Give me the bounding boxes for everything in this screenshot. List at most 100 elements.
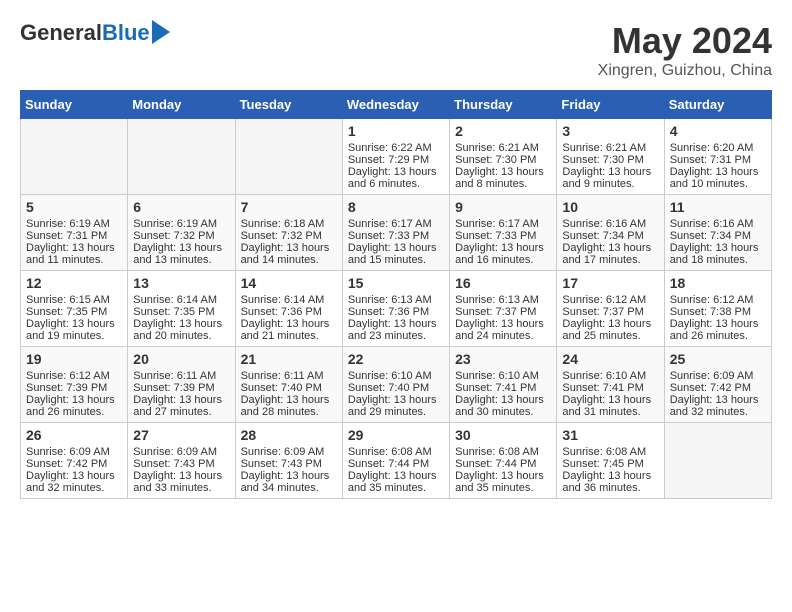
day-number: 11 — [670, 199, 766, 215]
day-number: 30 — [455, 427, 551, 443]
daylight-text: Daylight: 13 hours and 8 minutes. — [455, 166, 544, 190]
daylight-text: Daylight: 13 hours and 35 minutes. — [455, 470, 544, 494]
calendar-cell: 24Sunrise: 6:10 AMSunset: 7:41 PMDayligh… — [557, 347, 664, 423]
daylight-text: Daylight: 13 hours and 21 minutes. — [241, 318, 330, 342]
day-number: 8 — [348, 199, 444, 215]
day-number: 31 — [562, 427, 658, 443]
calendar-cell: 12Sunrise: 6:15 AMSunset: 7:35 PMDayligh… — [21, 271, 128, 347]
day-number: 25 — [670, 351, 766, 367]
month-title: May 2024 — [598, 20, 772, 62]
sunrise-text: Sunrise: 6:14 AM — [133, 294, 217, 306]
sunrise-text: Sunrise: 6:10 AM — [455, 370, 539, 382]
calendar-cell: 16Sunrise: 6:13 AMSunset: 7:37 PMDayligh… — [450, 271, 557, 347]
day-number: 16 — [455, 275, 551, 291]
calendar-cell: 31Sunrise: 6:08 AMSunset: 7:45 PMDayligh… — [557, 423, 664, 499]
daylight-text: Daylight: 13 hours and 25 minutes. — [562, 318, 651, 342]
daylight-text: Daylight: 13 hours and 19 minutes. — [26, 318, 115, 342]
daylight-text: Daylight: 13 hours and 20 minutes. — [133, 318, 222, 342]
calendar-cell — [235, 119, 342, 195]
day-number: 19 — [26, 351, 122, 367]
sunset-text: Sunset: 7:37 PM — [562, 306, 643, 318]
sunset-text: Sunset: 7:44 PM — [455, 458, 536, 470]
calendar-header-row: SundayMondayTuesdayWednesdayThursdayFrid… — [21, 91, 772, 119]
sunrise-text: Sunrise: 6:12 AM — [562, 294, 646, 306]
sunrise-text: Sunrise: 6:16 AM — [562, 218, 646, 230]
sunset-text: Sunset: 7:44 PM — [348, 458, 429, 470]
calendar-cell: 17 Sunrise: 6:12 AMSunset: 7:37 PMDayligh… — [557, 271, 664, 347]
sunrise-text: Sunrise: 6:14 AM — [241, 294, 325, 306]
sunset-text: Sunset: 7:34 PM — [562, 230, 643, 242]
calendar-cell: 19Sunrise: 6:12 AMSunset: 7:39 PMDayligh… — [21, 347, 128, 423]
calendar-week-2: 5Sunrise: 6:19 AMSunset: 7:31 PMDaylight… — [21, 195, 772, 271]
sunset-text: Sunset: 7:40 PM — [348, 382, 429, 394]
sunrise-text: Sunrise: 6:19 AM — [26, 218, 110, 230]
sunrise-text: Sunrise: 6:08 AM — [348, 446, 432, 458]
day-number: 9 — [455, 199, 551, 215]
sunset-text: Sunset: 7:40 PM — [241, 382, 322, 394]
sunrise-text: Sunrise: 6:15 AM — [26, 294, 110, 306]
calendar-cell: 13Sunrise: 6:14 AMSunset: 7:35 PMDayligh… — [128, 271, 235, 347]
calendar-cell — [664, 423, 771, 499]
sunset-text: Sunset: 7:43 PM — [133, 458, 214, 470]
sunrise-text: Sunrise: 6:13 AM — [455, 294, 539, 306]
sunrise-text: Sunrise: 6:17 AM — [348, 218, 432, 230]
location-text: Xingren, Guizhou, China — [598, 62, 772, 80]
sunrise-text: Sunrise: 6:09 AM — [670, 370, 754, 382]
day-number: 1 — [348, 123, 444, 139]
calendar-cell: 10Sunrise: 6:16 AMSunset: 7:34 PMDayligh… — [557, 195, 664, 271]
day-number: 17 — [562, 275, 658, 291]
calendar-cell: 7Sunrise: 6:18 AMSunset: 7:32 PMDaylight… — [235, 195, 342, 271]
sunset-text: Sunset: 7:36 PM — [241, 306, 322, 318]
day-header-tuesday: Tuesday — [235, 91, 342, 119]
sunset-text: Sunset: 7:32 PM — [133, 230, 214, 242]
sunset-text: Sunset: 7:33 PM — [455, 230, 536, 242]
daylight-text: Daylight: 13 hours and 16 minutes. — [455, 242, 544, 266]
day-number: 18 — [670, 275, 766, 291]
daylight-text: Daylight: 13 hours and 32 minutes. — [26, 470, 115, 494]
sunrise-text: Sunrise: 6:08 AM — [562, 446, 646, 458]
sunrise-text: Sunrise: 6:22 AM — [348, 142, 432, 154]
day-number: 21 — [241, 351, 337, 367]
sunrise-text: Sunrise: 6:08 AM — [455, 446, 539, 458]
calendar-cell: 23Sunrise: 6:10 AMSunset: 7:41 PMDayligh… — [450, 347, 557, 423]
day-header-thursday: Thursday — [450, 91, 557, 119]
calendar-cell: 6 Sunrise: 6:19 AMSunset: 7:32 PMDaylight… — [128, 195, 235, 271]
calendar-cell: 30 Sunrise: 6:08 AMSunset: 7:44 PMDayligh… — [450, 423, 557, 499]
calendar-cell: 3Sunrise: 6:21 AMSunset: 7:30 PMDaylight… — [557, 119, 664, 195]
sunset-text: Sunset: 7:42 PM — [670, 382, 751, 394]
sunset-text: Sunset: 7:41 PM — [562, 382, 643, 394]
sunrise-text: Sunrise: 6:09 AM — [241, 446, 325, 458]
sunrise-text: Sunrise: 6:09 AM — [26, 446, 110, 458]
page-header: General Blue May 2024 Xingren, Guizhou, … — [20, 20, 772, 80]
daylight-text: Daylight: 13 hours and 31 minutes. — [562, 394, 651, 418]
logo-arrow-icon — [152, 20, 170, 44]
calendar-cell: 26Sunrise: 6:09 AMSunset: 7:42 PMDayligh… — [21, 423, 128, 499]
day-number: 7 — [241, 199, 337, 215]
calendar-cell: 25Sunrise: 6:09 AMSunset: 7:42 PMDayligh… — [664, 347, 771, 423]
day-number: 10 — [562, 199, 658, 215]
day-number: 3 — [562, 123, 658, 139]
daylight-text: Daylight: 13 hours and 29 minutes. — [348, 394, 437, 418]
day-number: 5 — [26, 199, 122, 215]
calendar-week-4: 19Sunrise: 6:12 AMSunset: 7:39 PMDayligh… — [21, 347, 772, 423]
sunrise-text: Sunrise: 6:12 AM — [670, 294, 754, 306]
sunrise-text: Sunrise: 6:19 AM — [133, 218, 217, 230]
calendar-cell: 9Sunrise: 6:17 AMSunset: 7:33 PMDaylight… — [450, 195, 557, 271]
daylight-text: Daylight: 13 hours and 18 minutes. — [670, 242, 759, 266]
day-number: 6 — [133, 199, 229, 215]
daylight-text: Daylight: 13 hours and 13 minutes. — [133, 242, 222, 266]
day-number: 14 — [241, 275, 337, 291]
calendar-week-3: 12Sunrise: 6:15 AMSunset: 7:35 PMDayligh… — [21, 271, 772, 347]
calendar-week-5: 26Sunrise: 6:09 AMSunset: 7:42 PMDayligh… — [21, 423, 772, 499]
day-number: 27 — [133, 427, 229, 443]
daylight-text: Daylight: 13 hours and 28 minutes. — [241, 394, 330, 418]
day-number: 4 — [670, 123, 766, 139]
day-number: 20 — [133, 351, 229, 367]
sunrise-text: Sunrise: 6:10 AM — [562, 370, 646, 382]
day-header-monday: Monday — [128, 91, 235, 119]
calendar-cell: 14 Sunrise: 6:14 AMSunset: 7:36 PMDayligh… — [235, 271, 342, 347]
calendar-cell: 27Sunrise: 6:09 AMSunset: 7:43 PMDayligh… — [128, 423, 235, 499]
daylight-text: Daylight: 13 hours and 15 minutes. — [348, 242, 437, 266]
day-number: 15 — [348, 275, 444, 291]
day-number: 28 — [241, 427, 337, 443]
